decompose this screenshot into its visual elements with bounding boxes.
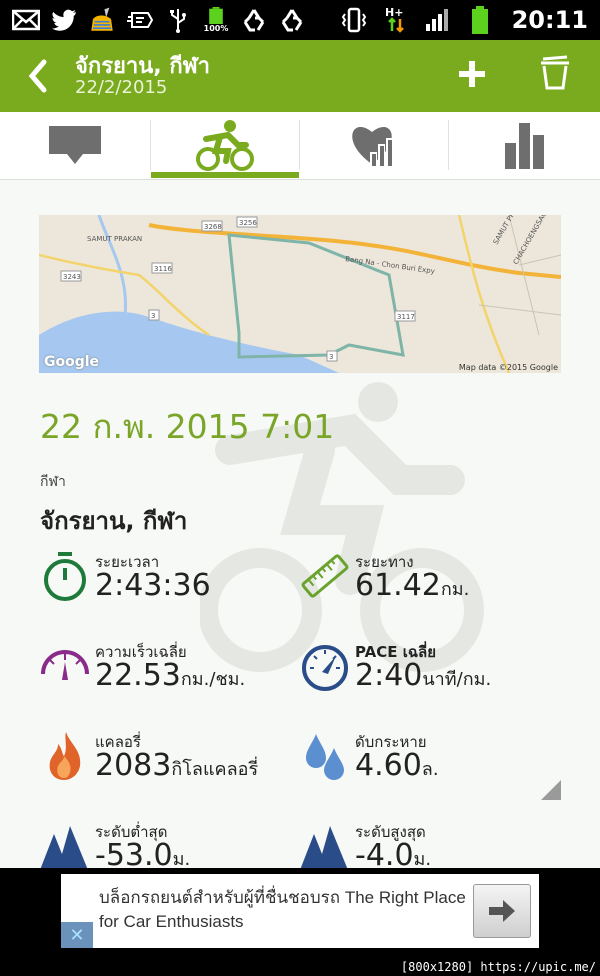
tab-selected-indicator: [151, 172, 299, 178]
mountain-icon: [300, 826, 348, 868]
ruler-icon: [301, 554, 349, 598]
mail-icon: [12, 7, 40, 33]
svg-text:3268: 3268: [204, 223, 222, 231]
sport-label: กีฬา: [40, 474, 66, 490]
tab-comments[interactable]: [0, 112, 150, 178]
handcent-icon: [126, 7, 154, 33]
tab-statistics[interactable]: [449, 112, 600, 178]
google-logo: Google: [44, 354, 100, 370]
recycle-icon: [278, 7, 306, 33]
ad-text[interactable]: บล็อกรถยนต์สำหรับผู้ที่ชื่นชอบรถ The Rig…: [99, 886, 479, 934]
svg-text:3117: 3117: [397, 313, 415, 321]
stat-duration: ระยะเวลา 2:43:36: [40, 550, 300, 630]
usb-icon: [164, 7, 192, 33]
tab-workout[interactable]: [151, 112, 299, 178]
svg-text:3: 3: [329, 353, 333, 361]
svg-text:SAMUT PRAKAN: SAMUT PRAKAN: [87, 235, 142, 243]
recycle-icon: [240, 7, 268, 33]
gauge-icon: [302, 645, 348, 691]
bar-chart-icon: [504, 123, 544, 169]
svg-text:H+: H+: [385, 6, 403, 19]
tab-bar: [0, 112, 600, 180]
hplus-data-icon: H+: [382, 6, 410, 33]
stat-distance: ระยะทาง 61.42กม.: [300, 550, 560, 630]
sport-name: จักรยาน, กีฬา: [40, 507, 188, 535]
stat-max-altitude: ระดับสูงสุด -4.0ม.: [300, 820, 560, 868]
ad-close-button[interactable]: ✕: [61, 922, 93, 948]
stopwatch-icon: [44, 552, 86, 601]
arrow-right-icon: [489, 900, 515, 922]
tab-heart-rate[interactable]: [300, 112, 448, 178]
battery-icon: [466, 6, 494, 34]
add-icon[interactable]: [456, 58, 488, 90]
flame-icon: [49, 732, 81, 780]
mountain-icon: [40, 826, 88, 868]
stat-min-altitude: ระดับต่ำสุด -53.0ม.: [40, 820, 300, 868]
status-bar: 100% H+ 20:11: [0, 0, 600, 40]
heart-chart-icon: [352, 127, 393, 166]
clock: 20:11: [511, 6, 588, 34]
stat-calories: แคลอรี่ 2083กิโลแคลอรี่: [40, 730, 300, 810]
ad-arrow-button[interactable]: [473, 884, 531, 938]
svg-text:3256: 3256: [239, 219, 257, 227]
back-icon[interactable]: [24, 58, 54, 94]
svg-text:3: 3: [151, 312, 155, 320]
stat-avg-speed: ความเร็วเฉลี่ย 22.53กม./ชม.: [40, 640, 300, 720]
signal-icon: [424, 7, 452, 33]
app-bar: จักรยาน, กีฬา 22/2/2015: [0, 40, 600, 112]
cleaner-icon: [88, 7, 116, 33]
vibrate-icon: [340, 7, 368, 33]
map-credit: Map data ©2015 Google: [458, 363, 558, 372]
svg-text:3243: 3243: [63, 273, 81, 281]
speedometer-icon: [41, 650, 89, 680]
battery-icon: 100%: [202, 7, 230, 33]
twitter-icon: [50, 7, 78, 33]
stat-avg-pace: PACE เฉลี่ย 2:40นาที/กม.: [300, 640, 560, 720]
bike-icon: [196, 120, 254, 171]
water-drops-icon: [306, 734, 344, 780]
resize-handle-icon[interactable]: [541, 780, 561, 800]
stat-hydration: ดับกระหาย 4.60ล.: [300, 730, 560, 810]
trash-icon[interactable]: [538, 54, 572, 94]
comment-icon: [49, 126, 101, 164]
app-bar-subtitle: 22/2/2015: [75, 77, 168, 98]
workout-datetime: 22 ก.พ. 2015 7:01: [40, 407, 335, 446]
ad-banner[interactable]: บล็อกรถยนต์สำหรับผู้ที่ชื่นชอบรถ The Rig…: [61, 874, 539, 948]
svg-text:3116: 3116: [154, 265, 172, 273]
ad-zone: บล็อกรถยนต์สำหรับผู้ที่ชื่นชอบรถ The Rig…: [0, 868, 600, 976]
route-map[interactable]: SAMUT PRAKAN 3268 3256 3116 3243 3 Bang …: [39, 215, 561, 373]
watermark: [800x1280] https://upic.me/: [400, 960, 596, 974]
workout-detail[interactable]: SAMUT PRAKAN 3268 3256 3116 3243 3 Bang …: [0, 180, 600, 868]
